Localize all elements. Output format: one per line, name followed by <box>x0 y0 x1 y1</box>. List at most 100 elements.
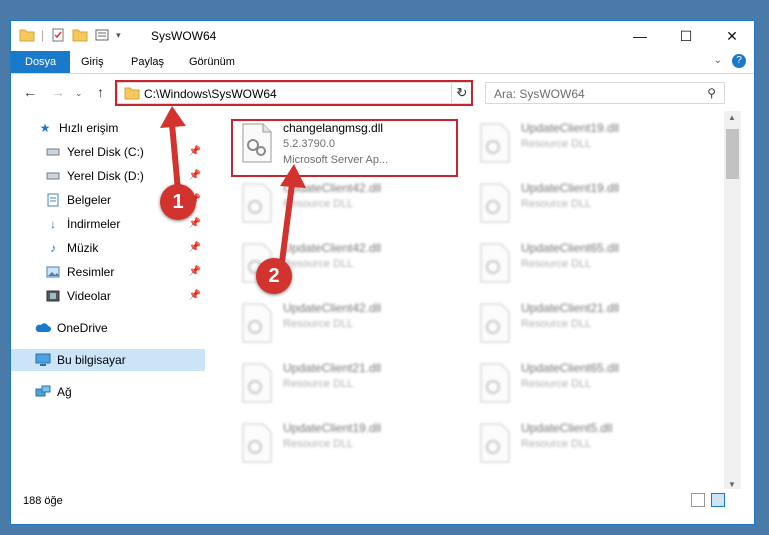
sidebar-item-label: Yerel Disk (D:) <box>67 169 144 183</box>
sidebar-item-label: İndirmeler <box>67 217 121 231</box>
window-title: SysWOW64 <box>151 29 217 43</box>
large-icons-view-button[interactable] <box>711 493 725 507</box>
sidebar-item-pictures[interactable]: Resimler 📌 <box>11 261 205 283</box>
file-name: UpdateClient42.dll <box>283 301 382 315</box>
scrollbar-thumb[interactable] <box>726 129 739 179</box>
file-name: UpdateClient65.dll <box>521 361 620 375</box>
download-icon: ↓ <box>50 217 56 231</box>
documents-icon <box>45 192 61 208</box>
ribbon-tabs: Dosya Giriş Paylaş Görünüm ⌄ ? <box>11 51 754 74</box>
properties-icon[interactable] <box>50 27 66 43</box>
file-description: Resource DLL <box>521 258 592 270</box>
pin-icon[interactable]: 📌 <box>189 290 201 301</box>
file-explorer-window: | ▾ SysWOW64 — ☐ ✕ Dosya Giriş Paylaş Gö… <box>10 20 755 525</box>
pin-icon[interactable]: 📌 <box>189 218 201 229</box>
dll-file-icon <box>479 243 511 283</box>
navigation-pane: ★ Hızlı erişim Yerel Disk (C:) 📌 Yerel D… <box>11 113 205 493</box>
pin-icon[interactable]: 📌 <box>189 146 201 157</box>
sidebar-item-label: Yerel Disk (C:) <box>67 145 144 159</box>
tab-file[interactable]: Dosya <box>11 51 71 73</box>
dll-file-icon <box>241 183 273 223</box>
file-name: UpdateClient42.dll <box>283 241 382 255</box>
file-item[interactable]: UpdateClient65.dll Resource DLL <box>471 239 691 289</box>
help-icon[interactable]: ? <box>732 54 746 68</box>
file-item[interactable]: UpdateClient42.dll Resource DLL <box>233 179 453 229</box>
vertical-scrollbar[interactable]: ▲ ▼ <box>724 111 741 491</box>
back-button[interactable]: ← <box>23 84 37 100</box>
tab-view[interactable]: Görünüm <box>177 51 247 73</box>
pin-icon[interactable]: 📌 <box>189 170 201 181</box>
dll-file-icon <box>479 363 511 403</box>
tab-home[interactable]: Giriş <box>69 51 116 73</box>
pin-icon[interactable]: 📌 <box>189 242 201 253</box>
separator: | <box>41 28 45 42</box>
scroll-up-icon[interactable]: ▲ <box>728 113 736 122</box>
close-button[interactable]: ✕ <box>709 21 754 51</box>
dll-file-icon <box>241 303 273 343</box>
sidebar-item-onedrive[interactable]: OneDrive <box>11 317 205 339</box>
file-description: Resource DLL <box>283 438 354 450</box>
file-item[interactable]: UpdateClient5.dll Resource DLL <box>471 419 691 469</box>
file-name: UpdateClient5.dll <box>521 421 613 435</box>
expand-ribbon-icon[interactable]: ⌄ <box>714 55 722 66</box>
sidebar-item-label: Bu bilgisayar <box>57 353 126 367</box>
file-item[interactable]: UpdateClient19.dll Resource DLL <box>233 419 453 469</box>
music-icon: ♪ <box>50 241 56 255</box>
forward-button[interactable]: → <box>51 84 65 100</box>
file-item[interactable]: UpdateClient21.dll Resource DLL <box>471 299 691 349</box>
cloud-icon <box>35 320 51 336</box>
sidebar-item-label: Hızlı erişim <box>59 121 119 135</box>
item-count: 188 öğe <box>23 495 63 507</box>
minimize-button[interactable]: — <box>617 21 663 51</box>
recent-locations-icon[interactable]: ⌄ <box>75 88 83 99</box>
up-button[interactable]: ↑ <box>97 84 104 100</box>
callout-badge-2: 2 <box>256 258 292 294</box>
sidebar-item-label: Belgeler <box>67 193 112 207</box>
callout-badge-1: 1 <box>160 184 196 220</box>
pin-icon[interactable]: 📌 <box>189 266 201 277</box>
drive-icon <box>45 168 61 184</box>
maximize-icon: ☐ <box>679 27 693 44</box>
file-name: UpdateClient19.dll <box>283 421 382 435</box>
file-item[interactable]: UpdateClient19.dll Resource DLL <box>471 179 691 229</box>
videos-icon <box>45 288 61 304</box>
file-description: Resource DLL <box>283 198 354 210</box>
new-folder-icon[interactable] <box>72 27 88 43</box>
view-icon[interactable] <box>94 27 110 43</box>
sidebar-item-this-pc[interactable]: Bu bilgisayar <box>11 349 205 371</box>
title-bar: | ▾ SysWOW64 — ☐ ✕ <box>11 21 754 51</box>
sidebar-item-videos[interactable]: Videolar 📌 <box>11 285 205 307</box>
file-item[interactable]: UpdateClient65.dll Resource DLL <box>471 359 691 409</box>
sidebar-item-label: Ağ <box>57 385 72 399</box>
file-item[interactable]: UpdateClient21.dll Resource DLL <box>233 359 453 409</box>
tab-share[interactable]: Paylaş <box>119 51 176 73</box>
file-description: Resource DLL <box>283 258 354 270</box>
address-row: ← → ⌄ ↑ C:\Windows\SysWOW64 ⌄ ↻ Ara: Sys… <box>11 74 754 110</box>
file-description: Resource DLL <box>521 438 592 450</box>
sidebar-item-network[interactable]: Ağ <box>11 381 205 403</box>
star-icon: ★ <box>39 121 51 135</box>
file-description: Resource DLL <box>521 378 592 390</box>
file-item[interactable]: UpdateClient42.dll Resource DLL <box>233 299 453 349</box>
file-item[interactable]: UpdateClient19.dll Resource DLL <box>471 119 691 169</box>
computer-icon <box>35 352 51 368</box>
pictures-icon <box>45 264 61 280</box>
search-placeholder: Ara: SysWOW64 <box>494 87 585 101</box>
sidebar-item-disk-c[interactable]: Yerel Disk (C:) 📌 <box>11 141 205 163</box>
scroll-down-icon[interactable]: ▼ <box>728 480 736 489</box>
search-input[interactable]: Ara: SysWOW64 ⚲ <box>485 82 725 104</box>
dll-file-icon <box>479 423 511 463</box>
sidebar-item-music[interactable]: ♪ Müzik 📌 <box>11 237 205 259</box>
file-name: UpdateClient19.dll <box>521 181 620 195</box>
file-highlight-box <box>231 119 458 177</box>
details-view-button[interactable] <box>691 493 705 507</box>
file-name: UpdateClient65.dll <box>521 241 620 255</box>
dll-file-icon <box>479 183 511 223</box>
dll-file-icon <box>241 423 273 463</box>
close-icon: ✕ <box>726 27 738 44</box>
sidebar-item-quick-access[interactable]: ★ Hızlı erişim <box>11 117 205 139</box>
sidebar-item-label: Resimler <box>67 265 115 279</box>
customize-quick-access-icon[interactable]: ▾ <box>116 30 121 41</box>
maximize-button[interactable]: ☐ <box>663 21 709 51</box>
status-bar: 188 öğe <box>11 489 754 511</box>
